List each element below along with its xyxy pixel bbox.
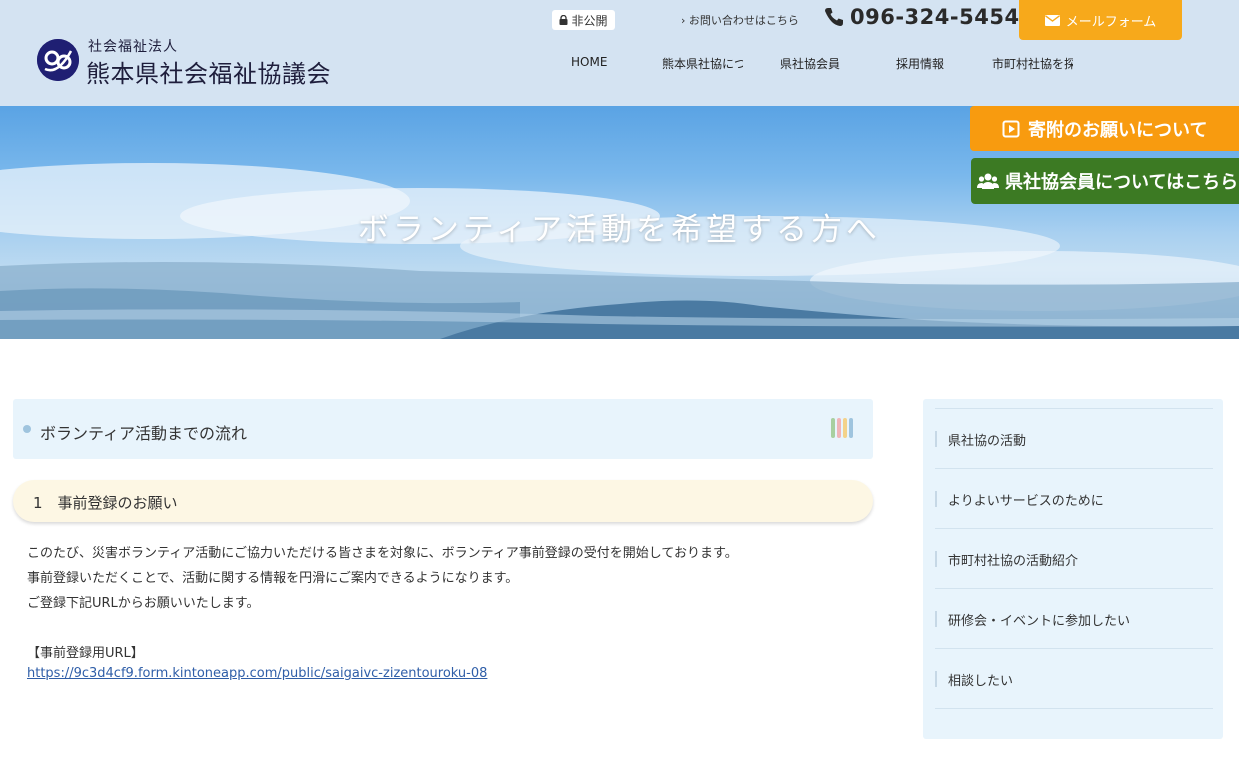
org-type: 社会福祉法人: [88, 39, 178, 55]
sidebar: 県社協の活動 よりよいサービスのために 市町村社協の活動紹介 研修会・イベントに…: [923, 399, 1223, 739]
sidebar-item-consultation[interactable]: 相談したい: [935, 648, 1213, 708]
contact-link[interactable]: › お問い合わせはこちら: [681, 12, 799, 28]
sidebar-bar-icon: [935, 431, 937, 447]
paragraph-1: このたび、災害ボランティア活動にご協力いただける皆さまを対象に、ボランティア事前…: [27, 546, 738, 561]
mail-form-label: メールフォーム: [1065, 14, 1157, 30]
sidebar-item-label: 研修会・イベントに参加したい: [948, 614, 1131, 629]
nav-item-municipal[interactable]: 市町村社協を探す: [992, 55, 1073, 71]
donation-button[interactable]: 寄附のお願いについて: [970, 106, 1239, 151]
sidebar-item-municipal-activities[interactable]: 市町村社協の活動紹介: [935, 528, 1213, 588]
member-info-label: 県社協会員についてはこちら: [1005, 172, 1239, 193]
sidebar-item-better-service[interactable]: よりよいサービスのために: [935, 468, 1213, 528]
phone-icon: [825, 8, 843, 26]
mail-icon: [1044, 14, 1060, 26]
mail-form-button[interactable]: メールフォーム: [1019, 0, 1182, 40]
sidebar-item-activities[interactable]: 県社協の活動: [935, 408, 1213, 468]
phone-label: 096-324-5454: [850, 5, 1020, 29]
sub-heading: 1 事前登録のお願い: [13, 480, 873, 522]
sidebar-item-label: 市町村社協の活動紹介: [948, 554, 1079, 569]
sidebar-bar-icon: [935, 611, 937, 627]
bullet-dot-icon: [23, 425, 31, 433]
org-name[interactable]: 熊本県社会福祉協議会: [86, 54, 331, 89]
nav-item-recruit[interactable]: 採用情報: [896, 55, 950, 71]
sidebar-bar-icon: [935, 671, 937, 687]
member-info-button[interactable]: 県社協会員についてはこちら: [971, 158, 1239, 204]
registration-url-link[interactable]: https://9c3d4cf9.form.kintoneapp.com/pub…: [27, 666, 487, 681]
private-badge-label: 非公開: [571, 13, 608, 28]
sidebar-item-label: 県社協の活動: [948, 434, 1027, 449]
private-badge[interactable]: 非公開: [552, 10, 615, 30]
logo-icon[interactable]: [37, 39, 79, 81]
lock-icon: [559, 15, 568, 25]
body-text: このたび、災害ボランティア活動にご協力いただける皆さまを対象に、ボランティア事前…: [27, 541, 738, 666]
sidebar-item-label: よりよいサービスのために: [948, 494, 1104, 509]
site-header: 社会福祉法人 熊本県社会福祉協議会 非公開 › お問い合わせはこちら 096-3…: [0, 0, 1239, 106]
section-title: ボランティア活動までの流れ: [40, 424, 248, 443]
sub-title: 1 事前登録のお願い: [33, 494, 178, 512]
nav-item-home[interactable]: HOME: [571, 55, 615, 71]
sidebar-item-training-events[interactable]: 研修会・イベントに参加したい: [935, 588, 1213, 648]
sidebar-bar-icon: [935, 491, 937, 507]
paragraph-url-heading: 【事前登録用URL】: [27, 646, 144, 661]
sidebar-divider: [935, 708, 1213, 768]
hero-title: ボランティア活動を希望する方へ: [357, 212, 882, 248]
stripes-decoration-icon: [831, 418, 853, 438]
nav-item-members[interactable]: 県社協会員: [780, 55, 846, 71]
sidebar-item-label: 相談したい: [948, 674, 1014, 689]
paragraph-2: 事前登録いただくことで、活動に関する情報を円滑にご案内できるようになります。: [27, 571, 519, 586]
users-icon: [977, 173, 999, 189]
phone-number[interactable]: 096-324-5454: [824, 5, 1020, 29]
paragraph-blank: [27, 616, 738, 641]
section-heading: ボランティア活動までの流れ: [13, 399, 873, 459]
play-square-icon: [1002, 120, 1020, 137]
nav-item-about[interactable]: 熊本県社協について: [662, 55, 743, 71]
donation-label: 寄附のお願いについて: [1028, 119, 1208, 141]
paragraph-3: ご登録下記URLからお願いいたします。: [27, 596, 260, 611]
sidebar-bar-icon: [935, 551, 937, 567]
